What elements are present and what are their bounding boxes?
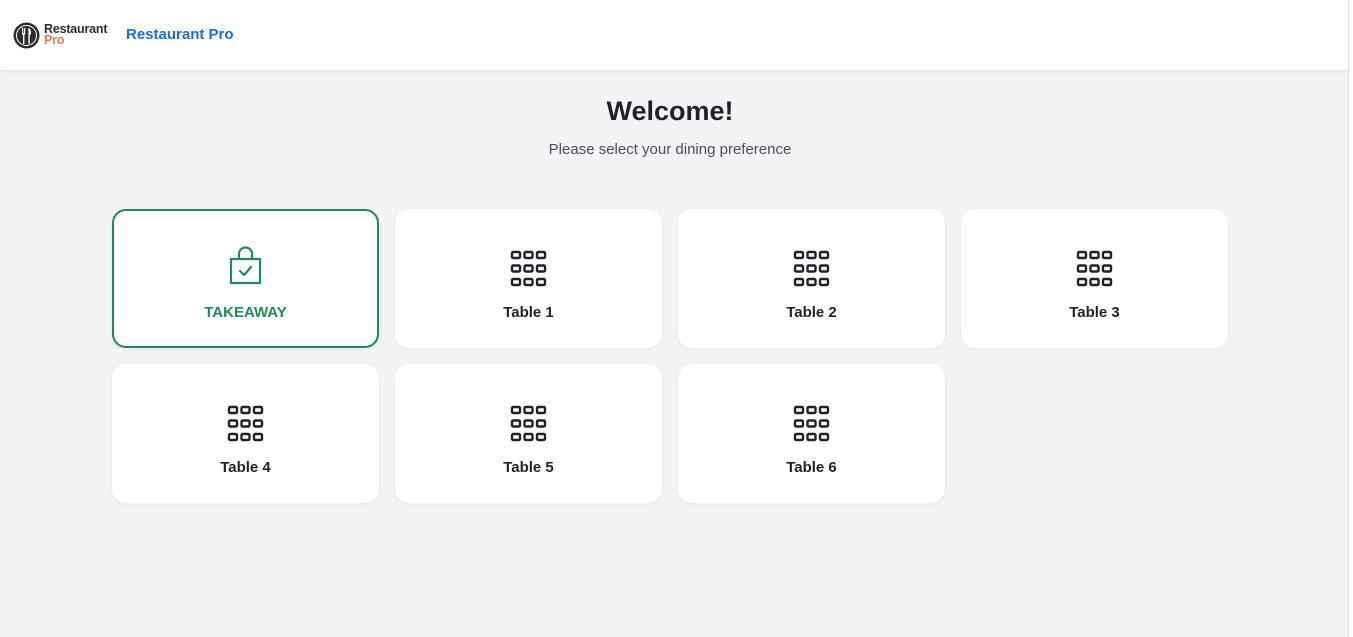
- option-label: Table 4: [220, 459, 271, 476]
- app-page: Restaurant Pro Restaurant Pro Welcome! P…: [0, 0, 1353, 637]
- option-card-table-5[interactable]: Table 5: [395, 364, 662, 503]
- option-label: TAKEAWAY: [204, 304, 287, 321]
- brand-logo[interactable]: Restaurant Pro: [13, 19, 111, 51]
- option-card-takeaway[interactable]: TAKEAWAY: [112, 209, 379, 348]
- option-label: Table 5: [503, 459, 554, 476]
- shopping-bag-check-icon: [227, 246, 264, 286]
- logo-line-2: Pro: [44, 33, 65, 47]
- option-label: Table 3: [1069, 304, 1120, 321]
- table-grid-icon: [793, 248, 830, 288]
- logo-wordmark: Restaurant Pro: [44, 23, 107, 47]
- table-grid-icon: [510, 403, 547, 443]
- page-title: Welcome!: [606, 96, 734, 126]
- table-grid-icon: [510, 248, 547, 288]
- table-grid-icon: [1076, 248, 1113, 288]
- option-card-table-1[interactable]: Table 1: [395, 209, 662, 348]
- dining-options-grid: TAKEAWAY Table 1 Table 2 Table 3 Table 4…: [112, 209, 1229, 503]
- scrollbar-gutter: [1348, 0, 1353, 637]
- brand-title-link[interactable]: Restaurant Pro: [126, 26, 234, 43]
- top-header: Restaurant Pro Restaurant Pro: [0, 0, 1348, 71]
- table-grid-icon: [793, 403, 830, 443]
- option-card-table-3[interactable]: Table 3: [961, 209, 1228, 348]
- logo-fork-knife-icon: [13, 22, 40, 48]
- option-card-table-6[interactable]: Table 6: [678, 364, 945, 503]
- table-grid-icon: [227, 403, 264, 443]
- option-label: Table 1: [503, 304, 554, 321]
- option-label: Table 2: [786, 304, 837, 321]
- option-card-table-4[interactable]: Table 4: [112, 364, 379, 503]
- option-card-table-2[interactable]: Table 2: [678, 209, 945, 348]
- page-subtitle: Please select your dining preference: [548, 141, 792, 158]
- option-label: Table 6: [786, 459, 837, 476]
